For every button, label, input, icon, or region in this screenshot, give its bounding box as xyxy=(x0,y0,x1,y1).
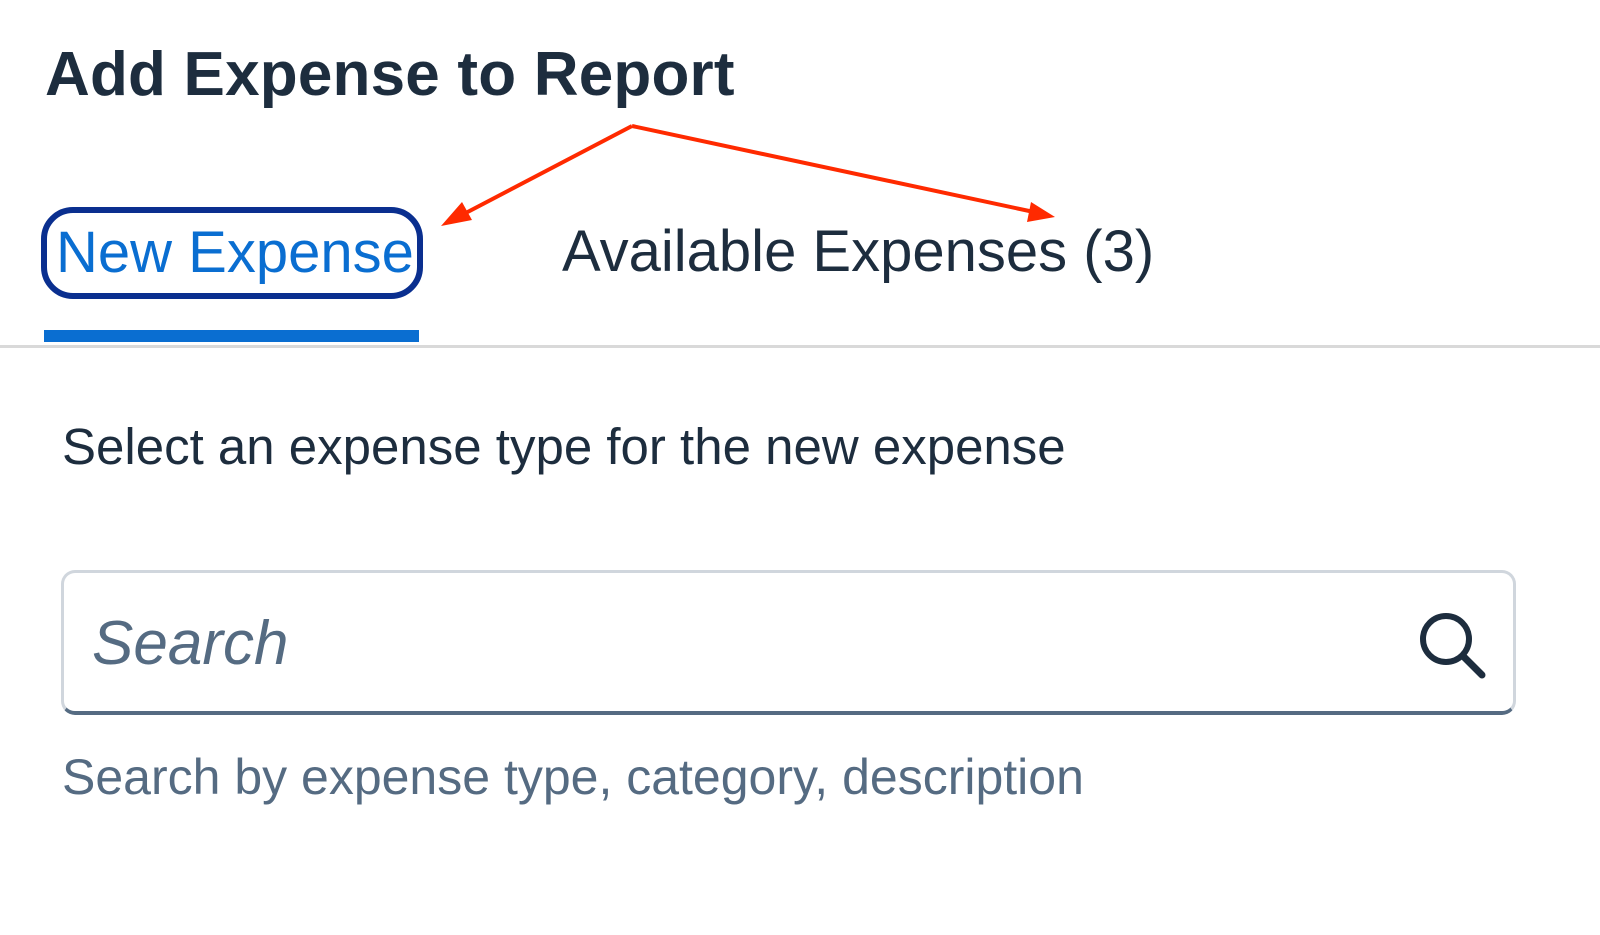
tabs-divider xyxy=(0,345,1600,348)
search-hint: Search by expense type, category, descri… xyxy=(62,749,1084,805)
tab-available-expenses[interactable]: Available Expenses (3) xyxy=(562,217,1154,287)
annotation-arrowhead-left xyxy=(441,202,472,226)
selected-tab-indicator xyxy=(44,330,419,342)
tab-new-expense[interactable]: New Expense xyxy=(41,207,423,299)
search-icon[interactable] xyxy=(1416,609,1488,681)
search-field[interactable] xyxy=(61,570,1516,715)
search-input[interactable] xyxy=(92,593,1392,693)
annotation-arrow-right xyxy=(631,124,1035,214)
page-title: Add Expense to Report xyxy=(45,40,735,109)
annotation-arrow-left xyxy=(459,124,633,218)
instruction-text: Select an expense type for the new expen… xyxy=(62,418,1066,475)
